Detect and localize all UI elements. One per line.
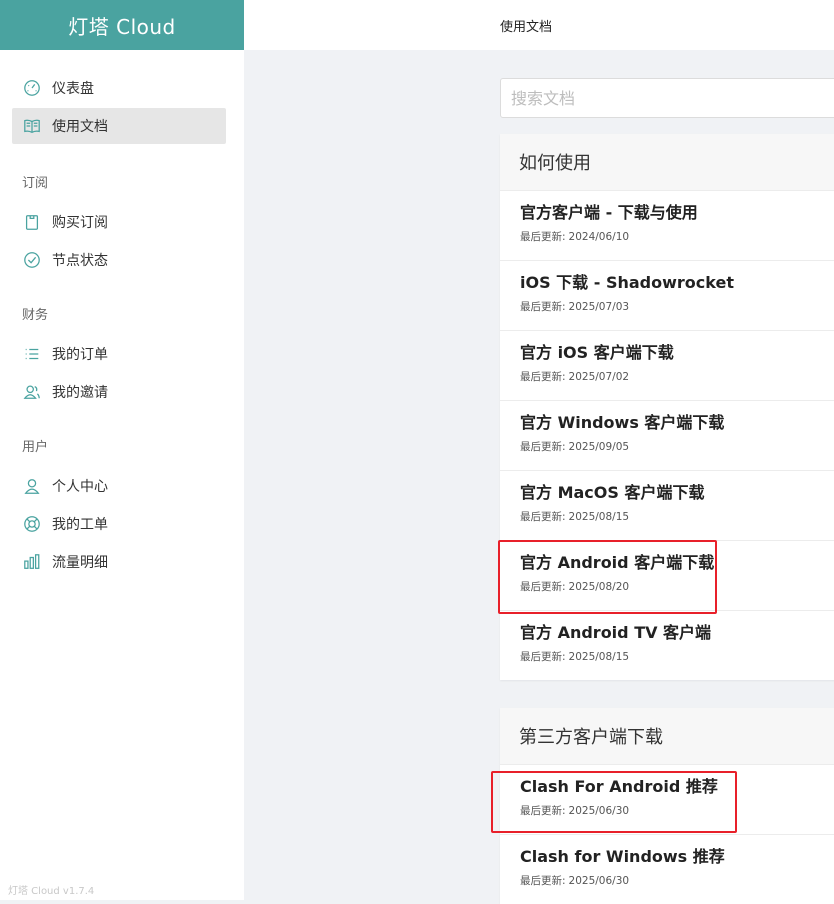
section-title: 如何使用	[500, 134, 834, 190]
bar-chart-icon	[22, 552, 42, 572]
sidebar-group-title: 财务	[22, 308, 49, 323]
doc-section: 第三方客户端下载 Clash For Android 推荐 最后更新: 2025/…	[500, 708, 834, 904]
doc-item[interactable]: 官方 MacOS 客户端下载 最后更新: 2025/08/15	[500, 470, 834, 540]
sidebar: 灯塔 Cloud 仪表盘 使用文档 订阅 购买订阅 节点状态 财务 我的订单 我…	[0, 0, 244, 900]
sidebar-item-my-orders[interactable]: 我的订单	[12, 336, 226, 372]
sidebar-item-label: 流量明细	[52, 555, 108, 571]
users-icon	[22, 382, 42, 402]
doc-item[interactable]: 官方 Android TV 客户端 最后更新: 2025/08/15	[500, 610, 834, 680]
doc-item[interactable]: 官方 Windows 客户端下载 最后更新: 2025/09/05	[500, 400, 834, 470]
doc-date: 最后更新: 2025/07/02	[520, 369, 834, 384]
doc-title: Clash for Windows 推荐	[520, 847, 725, 866]
date-value: 2025/08/20	[568, 581, 630, 593]
update-label: 最后更新:	[520, 805, 566, 817]
doc-date: 最后更新: 2025/08/15	[520, 509, 834, 524]
clipboard-icon	[22, 212, 42, 232]
doc-date: 最后更新: 2025/07/03	[520, 299, 834, 314]
sidebar-item-label: 个人中心	[52, 479, 108, 495]
sidebar-item-my-invites[interactable]: 我的邀请	[12, 374, 226, 410]
doc-item[interactable]: 官方客户端 - 下载与使用 最后更新: 2024/06/10	[500, 190, 834, 260]
date-value: 2025/09/05	[568, 441, 630, 453]
check-circle-icon	[22, 250, 42, 270]
date-value: 2025/08/15	[568, 651, 630, 663]
lifebuoy-icon	[22, 514, 42, 534]
doc-item[interactable]: 官方 iOS 客户端下载 最后更新: 2025/07/02	[500, 330, 834, 400]
update-label: 最后更新:	[520, 371, 566, 383]
book-icon	[22, 116, 42, 136]
doc-title: 官方 MacOS 客户端下载	[520, 483, 705, 502]
app-version: 灯塔 Cloud v1.7.4	[8, 886, 95, 897]
sidebar-item-profile[interactable]: 个人中心	[12, 468, 226, 504]
user-icon	[22, 476, 42, 496]
doc-title: 官方 Android TV 客户端	[520, 623, 712, 642]
doc-item[interactable]: Clash for Windows 推荐 最后更新: 2025/06/30	[500, 834, 834, 904]
doc-date: 最后更新: 2025/06/30	[520, 803, 834, 818]
doc-title: Clash For Android 推荐	[520, 777, 718, 796]
update-label: 最后更新:	[520, 581, 566, 593]
date-value: 2025/08/15	[568, 511, 630, 523]
date-value: 2025/07/02	[568, 371, 630, 383]
update-label: 最后更新:	[520, 875, 566, 887]
list-icon	[22, 344, 42, 364]
doc-title: 官方 Android 客户端下载	[520, 553, 715, 572]
update-label: 最后更新:	[520, 511, 566, 523]
sidebar-item-tickets[interactable]: 我的工单	[12, 506, 226, 542]
doc-date: 最后更新: 2024/06/10	[520, 229, 834, 244]
dashboard-icon	[22, 78, 42, 98]
sidebar-item-label: 我的工单	[52, 517, 108, 533]
sidebar-item-dashboard[interactable]: 仪表盘	[12, 70, 226, 106]
update-label: 最后更新:	[520, 441, 566, 453]
sidebar-item-label: 使用文档	[52, 119, 108, 135]
sidebar-item-node-status[interactable]: 节点状态	[12, 242, 226, 278]
doc-title: 官方 Windows 客户端下载	[520, 413, 725, 432]
doc-title: iOS 下载 - Shadowrocket	[520, 273, 734, 292]
date-value: 2025/06/30	[568, 805, 630, 817]
search-input[interactable]	[500, 78, 834, 118]
sidebar-item-docs[interactable]: 使用文档	[12, 108, 226, 144]
docs-main: 如何使用 官方客户端 - 下载与使用 最后更新:2024/06/10 iOS 下…	[500, 78, 834, 904]
update-label: 最后更新:	[520, 231, 566, 243]
sidebar-item-label: 仪表盘	[52, 81, 94, 97]
doc-date: 最后更新: 2025/08/20	[520, 579, 834, 594]
date-value: 2024/06/10	[568, 231, 630, 243]
doc-title: 官方 iOS 客户端下载	[520, 343, 674, 362]
sidebar-item-buy-subscription[interactable]: 购买订阅	[12, 204, 226, 240]
sidebar-item-traffic[interactable]: 流量明细	[12, 544, 226, 580]
doc-item[interactable]: iOS 下载 - Shadowrocket 最后更新: 2025/07/03	[500, 260, 834, 330]
doc-title: 官方客户端 - 下载与使用	[520, 203, 698, 222]
top-header: 使用文档	[244, 0, 834, 50]
sidebar-group-title: 订阅	[22, 176, 49, 191]
doc-item[interactable]: Clash For Android 推荐 最后更新: 2025/06/30	[500, 764, 834, 834]
page-title: 使用文档	[500, 19, 553, 35]
brand-logo[interactable]: 灯塔 Cloud	[0, 0, 244, 50]
doc-date: 最后更新: 2025/08/15	[520, 649, 834, 664]
section-title: 第三方客户端下载	[500, 708, 834, 764]
sidebar-nav: 仪表盘 使用文档 订阅 购买订阅 节点状态 财务 我的订单 我的邀请 用户 个人…	[0, 50, 244, 580]
sidebar-item-label: 节点状态	[52, 253, 108, 269]
doc-section: 如何使用 官方客户端 - 下载与使用 最后更新: 2024/06/10 iOS 下…	[500, 134, 834, 680]
doc-item[interactable]: 官方 Android 客户端下载 最后更新: 2025/08/20	[500, 540, 834, 610]
update-label: 最后更新:	[520, 301, 566, 313]
update-label: 最后更新:	[520, 651, 566, 663]
doc-date: 最后更新: 2025/06/30	[520, 873, 834, 888]
sidebar-item-label: 我的邀请	[52, 385, 108, 401]
sidebar-group-title: 用户	[22, 440, 49, 455]
date-value: 2025/06/30	[568, 875, 630, 887]
sidebar-item-label: 购买订阅	[52, 215, 108, 231]
doc-date: 最后更新: 2025/09/05	[520, 439, 834, 454]
date-value: 2025/07/03	[568, 301, 630, 313]
sidebar-item-label: 我的订单	[52, 347, 108, 363]
